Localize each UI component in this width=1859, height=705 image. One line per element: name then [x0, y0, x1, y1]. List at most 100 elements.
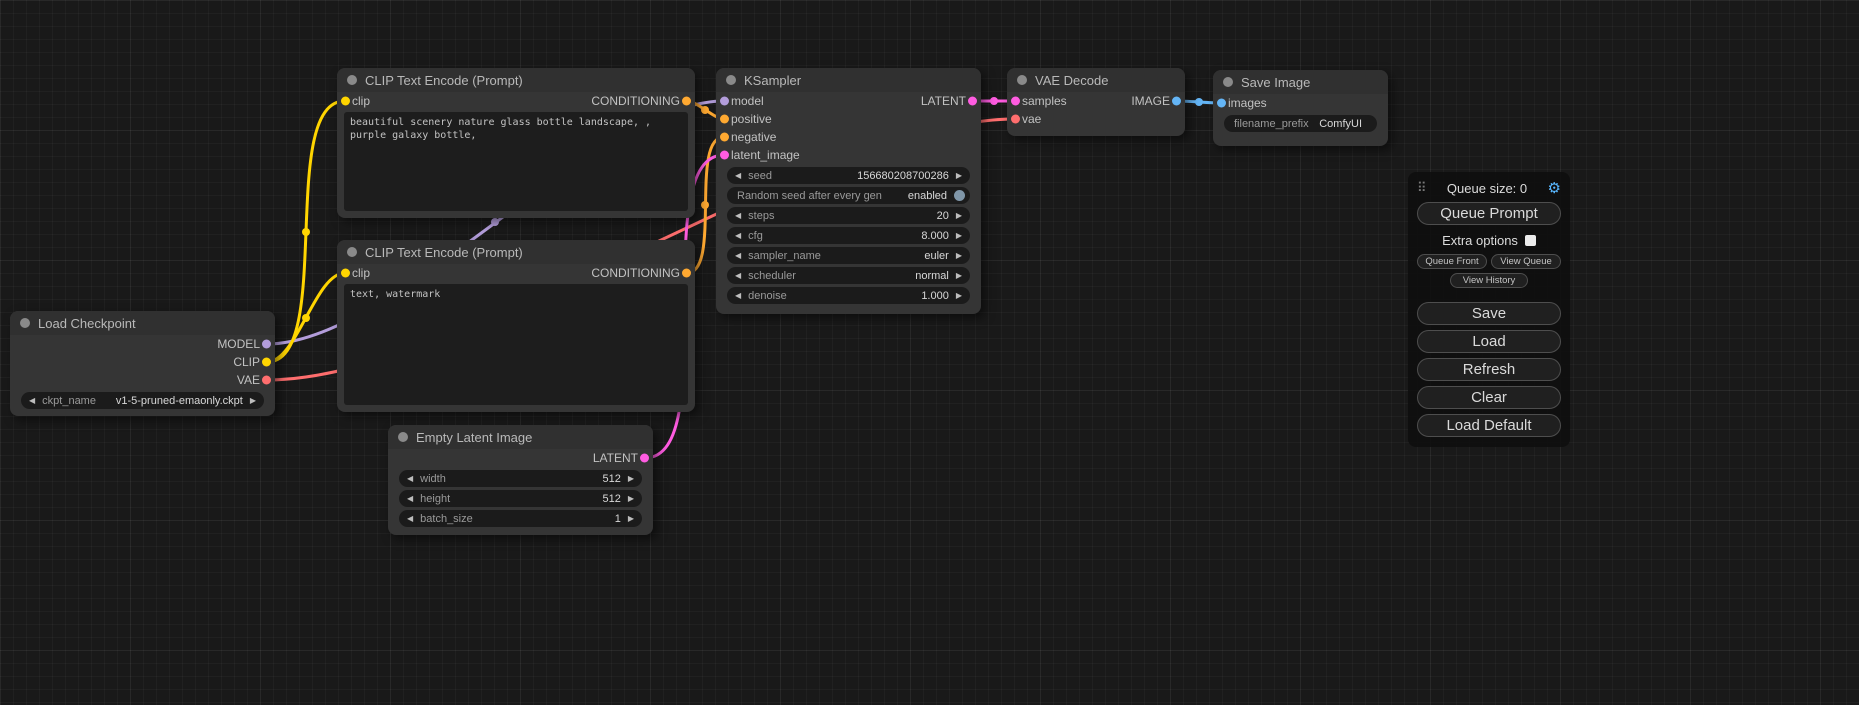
load-default-button[interactable]: Load Default — [1417, 414, 1561, 437]
conditioning-output-dot[interactable] — [682, 269, 691, 278]
save-button[interactable]: Save — [1417, 302, 1561, 325]
widget-value: euler — [821, 250, 949, 262]
scheduler-widget[interactable]: ◀ scheduler normal ▶ — [727, 267, 970, 284]
clip-input-dot[interactable] — [341, 269, 350, 278]
seed-widget[interactable]: ◀ seed 156680208700286 ▶ — [727, 167, 970, 184]
clip-negative-titlebar[interactable]: CLIP Text Encode (Prompt) — [337, 240, 695, 264]
clear-button[interactable]: Clear — [1417, 386, 1561, 409]
drag-handle-icon[interactable]: ⠿ — [1417, 180, 1427, 196]
arrow-right-icon[interactable]: ▶ — [628, 515, 634, 523]
widget-label: batch_size — [420, 513, 473, 525]
extra-options-checkbox[interactable] — [1525, 235, 1536, 246]
widget-label: ckpt_name — [42, 395, 96, 407]
arrow-right-icon[interactable]: ▶ — [628, 475, 634, 483]
arrow-left-icon[interactable]: ◀ — [735, 272, 741, 280]
node-vae-decode[interactable]: VAE Decode samples IMAGE vae — [1007, 68, 1185, 136]
arrow-left-icon[interactable]: ◀ — [735, 232, 741, 240]
vae-input-dot[interactable] — [1011, 115, 1020, 124]
batch-size-widget[interactable]: ◀ batch_size 1 ▶ — [399, 510, 642, 527]
queue-front-button[interactable]: Queue Front — [1417, 254, 1487, 269]
node-clip-text-encode-positive[interactable]: CLIP Text Encode (Prompt) clip CONDITION… — [337, 68, 695, 218]
arrow-right-icon[interactable]: ▶ — [956, 172, 962, 180]
arrow-left-icon[interactable]: ◀ — [407, 515, 413, 523]
collapse-dot[interactable] — [20, 318, 30, 328]
latent-output-dot[interactable] — [968, 97, 977, 106]
output-slot-vae: VAE — [10, 371, 275, 389]
collapse-dot[interactable] — [347, 75, 357, 85]
queue-actions-row: Queue Front View Queue — [1417, 254, 1561, 269]
collapse-dot[interactable] — [398, 432, 408, 442]
latent-image-input-dot[interactable] — [720, 151, 729, 160]
random-seed-toggle-widget[interactable]: Random seed after every gen enabled — [727, 187, 970, 204]
arrow-right-icon[interactable]: ▶ — [956, 232, 962, 240]
node-ksampler[interactable]: KSampler model LATENT positive negative … — [716, 68, 981, 314]
arrow-left-icon[interactable]: ◀ — [735, 252, 741, 260]
clip-positive-titlebar[interactable]: CLIP Text Encode (Prompt) — [337, 68, 695, 92]
positive-prompt-textarea[interactable]: beautiful scenery nature glass bottle la… — [344, 112, 688, 211]
arrow-right-icon[interactable]: ▶ — [250, 397, 256, 405]
widget-label: width — [420, 473, 446, 485]
slot-label: CONDITIONING — [591, 266, 680, 280]
output-slot-latent: LATENT — [388, 449, 653, 467]
collapse-dot[interactable] — [1017, 75, 1027, 85]
model-input-dot[interactable] — [720, 97, 729, 106]
collapse-dot[interactable] — [726, 75, 736, 85]
arrow-left-icon[interactable]: ◀ — [407, 495, 413, 503]
images-input-dot[interactable] — [1217, 99, 1226, 108]
denoise-widget[interactable]: ◀ denoise 1.000 ▶ — [727, 287, 970, 304]
collapse-dot[interactable] — [1223, 77, 1233, 87]
view-queue-button[interactable]: View Queue — [1491, 254, 1561, 269]
model-output-dot[interactable] — [262, 340, 271, 349]
arrow-left-icon[interactable]: ◀ — [735, 212, 741, 220]
node-save-image[interactable]: Save Image images filename_prefix ComfyU… — [1213, 70, 1388, 146]
steps-widget[interactable]: ◀ steps 20 ▶ — [727, 207, 970, 224]
toggle-knob[interactable] — [954, 190, 965, 201]
clip-input-dot[interactable] — [341, 97, 350, 106]
height-widget[interactable]: ◀ height 512 ▶ — [399, 490, 642, 507]
arrow-right-icon[interactable]: ▶ — [628, 495, 634, 503]
node-clip-text-encode-negative[interactable]: CLIP Text Encode (Prompt) clip CONDITION… — [337, 240, 695, 412]
queue-panel: ⠿ Queue size: 0 ⚙ Queue Prompt Extra opt… — [1408, 172, 1570, 447]
sampler-name-widget[interactable]: ◀ sampler_name euler ▶ — [727, 247, 970, 264]
settings-gear-icon[interactable]: ⚙ — [1548, 179, 1561, 197]
samples-input-dot[interactable] — [1011, 97, 1020, 106]
queue-prompt-button[interactable]: Queue Prompt — [1417, 202, 1561, 225]
arrow-right-icon[interactable]: ▶ — [956, 212, 962, 220]
refresh-button[interactable]: Refresh — [1417, 358, 1561, 381]
vae-output-dot[interactable] — [262, 376, 271, 385]
view-history-button[interactable]: View History — [1450, 273, 1529, 288]
arrow-left-icon[interactable]: ◀ — [407, 475, 413, 483]
negative-prompt-textarea[interactable]: text, watermark — [344, 284, 688, 405]
latent-output-dot[interactable] — [640, 454, 649, 463]
arrow-right-icon[interactable]: ▶ — [956, 272, 962, 280]
filename-prefix-widget[interactable]: filename_prefix ComfyUI — [1224, 115, 1377, 132]
load-button[interactable]: Load — [1417, 330, 1561, 353]
width-widget[interactable]: ◀ width 512 ▶ — [399, 470, 642, 487]
cfg-widget[interactable]: ◀ cfg 8.000 ▶ — [727, 227, 970, 244]
wire-midpoint-dot — [1195, 98, 1203, 106]
conditioning-output-dot[interactable] — [682, 97, 691, 106]
image-output-dot[interactable] — [1172, 97, 1181, 106]
negative-input-dot[interactable] — [720, 133, 729, 142]
arrow-left-icon[interactable]: ◀ — [29, 397, 35, 405]
load-checkpoint-titlebar[interactable]: Load Checkpoint — [10, 311, 275, 335]
node-empty-latent-image[interactable]: Empty Latent Image LATENT ◀ width 512 ▶ … — [388, 425, 653, 535]
empty-latent-titlebar[interactable]: Empty Latent Image — [388, 425, 653, 449]
arrow-left-icon[interactable]: ◀ — [735, 292, 741, 300]
vae-decode-slot-vae: vae — [1007, 110, 1185, 128]
arrow-right-icon[interactable]: ▶ — [956, 292, 962, 300]
slot-label: LATENT — [593, 451, 638, 465]
ksampler-titlebar[interactable]: KSampler — [716, 68, 981, 92]
slot-label: LATENT — [921, 94, 966, 108]
collapse-dot[interactable] — [347, 247, 357, 257]
positive-input-dot[interactable] — [720, 115, 729, 124]
save-image-titlebar[interactable]: Save Image — [1213, 70, 1388, 94]
arrow-left-icon[interactable]: ◀ — [735, 172, 741, 180]
clip-output-dot[interactable] — [262, 358, 271, 367]
node-load-checkpoint[interactable]: Load Checkpoint MODEL CLIP VAE ◀ ckpt_na… — [10, 311, 275, 416]
vae-decode-slot-samples: samples IMAGE — [1007, 92, 1185, 110]
node-graph-canvas[interactable]: Load Checkpoint MODEL CLIP VAE ◀ ckpt_na… — [0, 0, 1859, 705]
arrow-right-icon[interactable]: ▶ — [956, 252, 962, 260]
vae-decode-titlebar[interactable]: VAE Decode — [1007, 68, 1185, 92]
ckpt-name-widget[interactable]: ◀ ckpt_name v1-5-pruned-emaonly.ckpt ▶ — [21, 392, 264, 409]
